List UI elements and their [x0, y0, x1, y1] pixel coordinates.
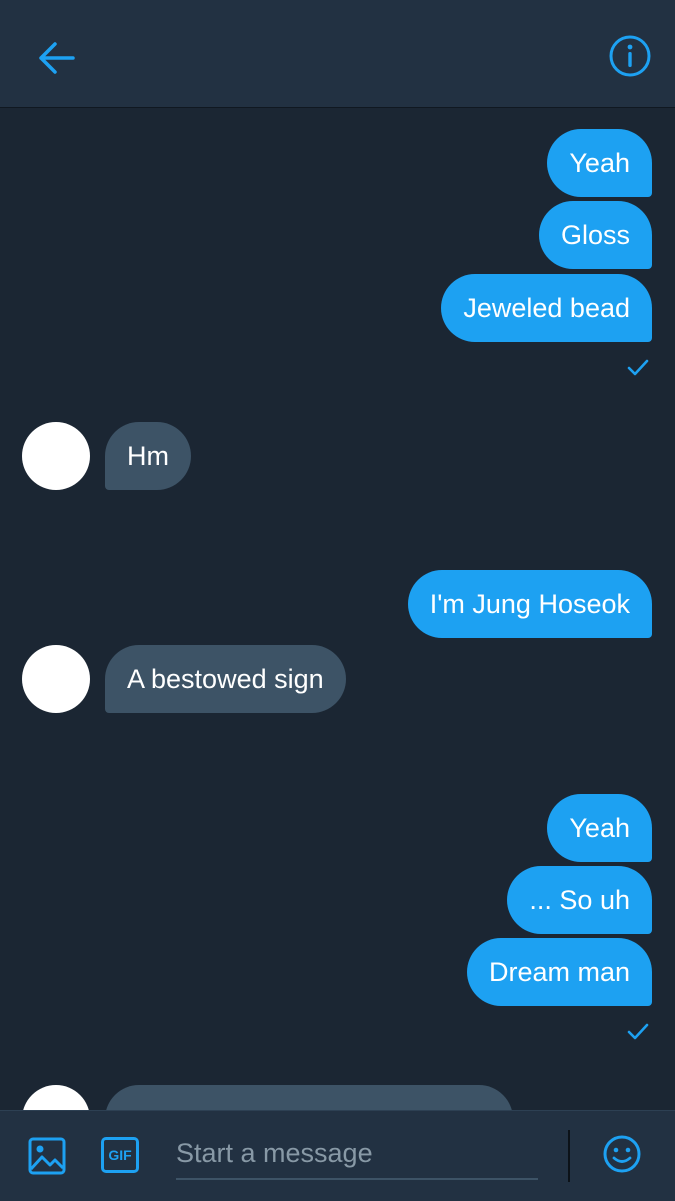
- conversation-header: [0, 0, 675, 108]
- conversation-info-button[interactable]: [606, 32, 654, 80]
- message-bubble-outgoing[interactable]: Yeah: [547, 129, 652, 197]
- image-icon: [28, 1137, 66, 1175]
- message-bubble-outgoing[interactable]: Yeah: [547, 794, 652, 862]
- info-icon: [609, 35, 651, 77]
- message-bubble-outgoing[interactable]: Dream man: [466, 938, 652, 1006]
- read-receipt-check-icon: [627, 359, 649, 376]
- arrow-left-icon: [39, 42, 75, 74]
- message-bubble-outgoing[interactable]: ... So uh: [507, 866, 652, 934]
- message-bubble-outgoing[interactable]: I'm Jung Hoseok: [407, 570, 652, 638]
- contact-avatar[interactable]: [22, 1085, 90, 1110]
- emoji-button[interactable]: [602, 1134, 642, 1174]
- message-bubble-incoming[interactable]: [105, 1085, 513, 1110]
- message-bubble-outgoing[interactable]: Jeweled bead: [441, 274, 652, 342]
- contact-avatar[interactable]: [22, 645, 90, 713]
- gif-button[interactable]: GIF: [101, 1137, 139, 1173]
- composer-divider: [568, 1130, 570, 1182]
- emoji-icon: [603, 1135, 641, 1173]
- message-bubble-outgoing[interactable]: Gloss: [538, 201, 652, 269]
- message-thread[interactable]: Yeah Gloss Jeweled bead Hm I'm Jung Hose…: [0, 107, 675, 1110]
- add-photo-button[interactable]: [27, 1136, 67, 1176]
- contact-avatar[interactable]: [22, 422, 90, 490]
- back-button[interactable]: [32, 36, 80, 80]
- message-bubble-incoming[interactable]: A bestowed sign: [105, 645, 346, 713]
- message-bubble-incoming[interactable]: Hm: [105, 422, 191, 490]
- message-input[interactable]: [176, 1128, 538, 1180]
- read-receipt-check-icon: [627, 1023, 649, 1040]
